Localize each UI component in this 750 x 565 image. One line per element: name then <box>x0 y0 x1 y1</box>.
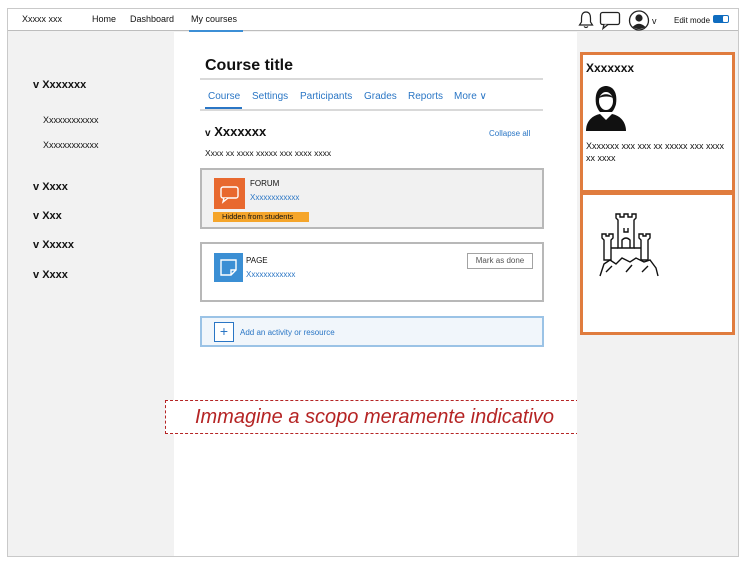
tab-grades[interactable]: Grades <box>364 91 397 102</box>
index-section-label: Xxx <box>42 210 62 222</box>
user-menu-caret[interactable]: v <box>652 16 657 26</box>
caret-icon: v <box>33 79 40 91</box>
activity-type-label: FORUM <box>250 179 280 188</box>
tab-participants[interactable]: Participants <box>300 91 352 102</box>
castle-icon <box>596 212 660 285</box>
title-divider <box>200 78 543 80</box>
tab-more[interactable]: More ∨ <box>454 91 487 102</box>
index-section-5[interactable]: v Xxxx <box>33 269 68 281</box>
page-title: Course title <box>205 57 294 74</box>
mark-as-done-button[interactable]: Mark as done <box>467 253 533 269</box>
section-title-label: Xxxxxxx <box>214 124 267 139</box>
section-summary: Xxxx xx xxxx xxxxx xxx xxxx xxxx <box>205 148 332 158</box>
plus-icon: + <box>214 322 234 342</box>
add-activity-label: Add an activity or resource <box>240 328 335 337</box>
forum-icon <box>214 178 245 209</box>
tab-reports[interactable]: Reports <box>408 91 443 102</box>
block-text: Xxxxxxx xxx xxx xx xxxxx xxx xxxx xx xxx… <box>586 141 725 163</box>
caret-icon: v <box>205 128 211 139</box>
collapse-all-link[interactable]: Collapse all <box>489 129 530 138</box>
index-section-4[interactable]: v Xxxxx <box>33 239 74 251</box>
index-section-label: Xxxxxxx <box>42 79 87 91</box>
index-section-label: Xxxxx <box>42 239 74 251</box>
caret-icon: v <box>33 210 40 222</box>
nav-home[interactable]: Home <box>92 14 116 24</box>
tab-course[interactable]: Course <box>208 91 240 102</box>
activity-type-label: PAGE <box>246 256 268 265</box>
index-section-3[interactable]: v Xxx <box>33 210 62 222</box>
page-icon <box>214 253 243 282</box>
edit-mode-label: Edit mode <box>674 16 711 25</box>
caret-icon: v <box>33 269 40 281</box>
block-title: Xxxxxxx <box>586 61 635 75</box>
index-section-label: Xxxx <box>42 181 68 193</box>
activity-link-page[interactable]: Xxxxxxxxxxxx <box>246 270 295 279</box>
disclaimer-note: Immagine a scopo meramente indicativo <box>165 400 584 434</box>
bell-icon[interactable] <box>577 10 595 34</box>
nav-my-courses[interactable]: My courses <box>191 14 237 24</box>
index-item-2[interactable]: Xxxxxxxxxxxx <box>43 140 99 150</box>
index-section-2[interactable]: v Xxxx <box>33 181 68 193</box>
site-brand[interactable]: Xxxxx xxx <box>22 14 62 24</box>
edit-mode-toggle[interactable] <box>713 15 729 23</box>
nav-dashboard[interactable]: Dashboard <box>130 14 174 24</box>
caret-icon: v <box>33 181 40 193</box>
user-silhouette-icon <box>584 84 628 136</box>
activity-link-forum[interactable]: Xxxxxxxxxxxx <box>250 193 299 202</box>
status-badge: Hidden from students <box>213 212 309 222</box>
tabs-divider <box>200 109 543 111</box>
index-item-1[interactable]: Xxxxxxxxxxxx <box>43 115 99 125</box>
index-section-label: Xxxx <box>42 269 68 281</box>
caret-icon: v <box>33 239 40 251</box>
tab-settings[interactable]: Settings <box>252 91 288 102</box>
section-title[interactable]: v Xxxxxxx <box>205 124 266 139</box>
index-section-1[interactable]: v Xxxxxxx <box>33 79 86 91</box>
